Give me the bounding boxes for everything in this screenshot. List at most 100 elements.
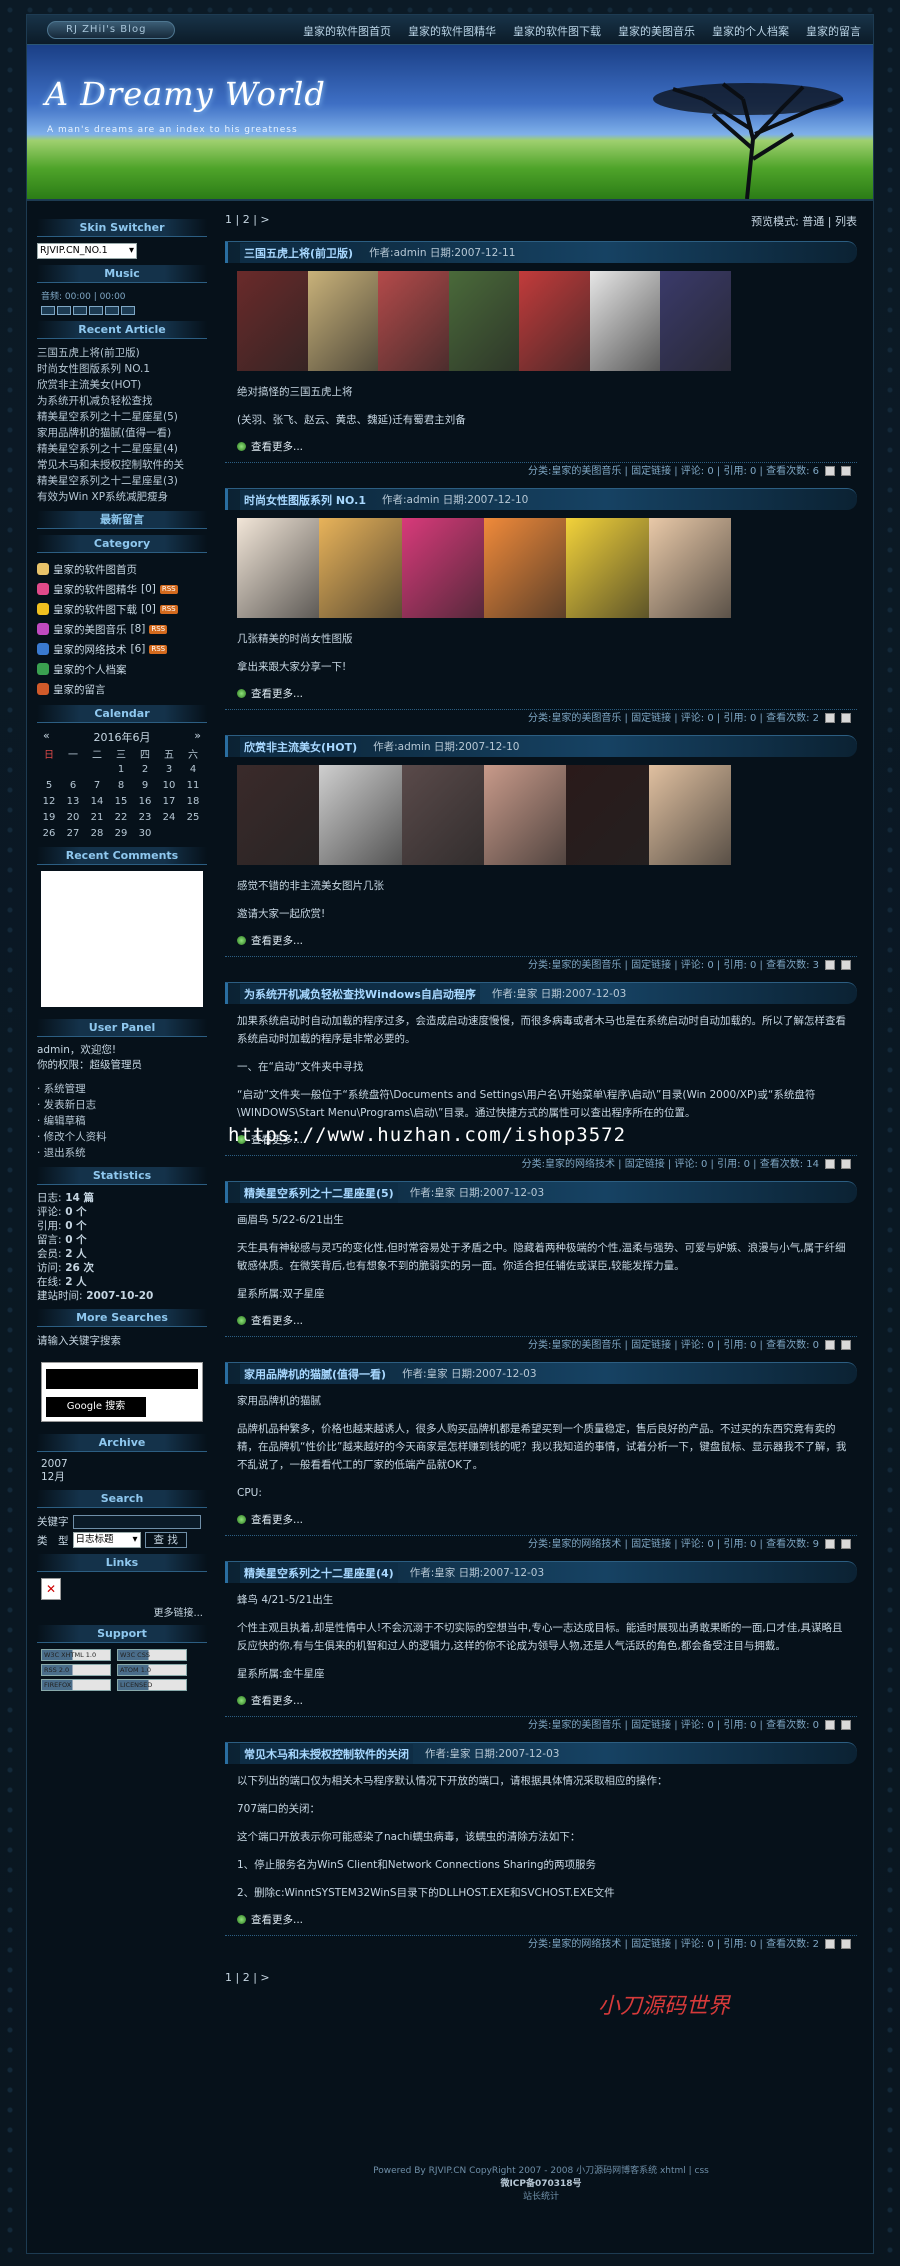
- delete-icon[interactable]: [841, 1539, 851, 1549]
- user-panel-link[interactable]: · 修改个人资料: [37, 1129, 207, 1145]
- broken-image-icon[interactable]: ✕: [41, 1578, 61, 1600]
- post-footer-info[interactable]: 分类:皇家的网络技术 | 固定链接 | 评论: 0 | 引用: 0 | 查看次数…: [528, 1939, 819, 1950]
- category-item[interactable]: 皇家的软件图下载 [0] RSS: [37, 599, 207, 619]
- post-footer-info[interactable]: 分类:皇家的美图音乐 | 固定链接 | 评论: 0 | 引用: 0 | 查看次数…: [528, 466, 819, 477]
- stop-button[interactable]: [73, 306, 87, 315]
- next-month-button[interactable]: »: [194, 729, 201, 745]
- skin-select[interactable]: RJVIP.CN_NO.1: [37, 243, 137, 259]
- delete-icon[interactable]: [841, 960, 851, 970]
- post-title[interactable]: 为系统开机减负轻松查找Windows自启动程序: [240, 983, 480, 1004]
- nav-link[interactable]: 皇家的软件图下载: [513, 23, 601, 39]
- calendar-day[interactable]: 4: [181, 761, 205, 777]
- recent-article-item[interactable]: 精美星空系列之十二星座星(3): [37, 473, 207, 489]
- calendar-day[interactable]: 21: [85, 809, 109, 825]
- support-badge[interactable]: ATOM 1.0: [117, 1664, 187, 1676]
- recent-article-item[interactable]: 为系统开机减负轻松查找: [37, 393, 207, 409]
- delete-icon[interactable]: [841, 713, 851, 723]
- calendar-day[interactable]: 30: [133, 825, 157, 841]
- rss-icon[interactable]: RSS: [159, 584, 178, 594]
- calendar-day[interactable]: 20: [61, 809, 85, 825]
- calendar-day[interactable]: 19: [37, 809, 61, 825]
- read-more-link[interactable]: 查看更多...: [237, 1912, 847, 1927]
- rss-icon[interactable]: RSS: [159, 604, 178, 614]
- delete-icon[interactable]: [841, 466, 851, 476]
- post-title[interactable]: 精美星空系列之十二星座星(4): [240, 1562, 398, 1583]
- category-item[interactable]: 皇家的软件图首页: [37, 559, 207, 579]
- nav-link[interactable]: 皇家的美图音乐: [618, 23, 695, 39]
- edit-icon[interactable]: [825, 1340, 835, 1350]
- post-title[interactable]: 家用品牌机的猫腻(值得一看): [240, 1363, 391, 1384]
- user-panel-link[interactable]: · 系统管理: [37, 1081, 207, 1097]
- read-more-link[interactable]: 查看更多...: [237, 686, 847, 701]
- post-title[interactable]: 时尚女性图版系列 NO.1: [240, 489, 370, 510]
- post-title[interactable]: 精美星空系列之十二星座星(5): [240, 1182, 398, 1203]
- post-footer-info[interactable]: 分类:皇家的美图音乐 | 固定链接 | 评论: 0 | 引用: 0 | 查看次数…: [528, 713, 819, 724]
- edit-icon[interactable]: [825, 1539, 835, 1549]
- user-panel-link[interactable]: · 退出系统: [37, 1145, 207, 1161]
- category-item[interactable]: 皇家的网络技术 [6] RSS: [37, 639, 207, 659]
- category-item[interactable]: 皇家的个人档案: [37, 659, 207, 679]
- pause-button[interactable]: [57, 306, 71, 315]
- calendar-day[interactable]: 13: [61, 793, 85, 809]
- recent-article-item[interactable]: 家用品牌机的猫腻(值得一看): [37, 425, 207, 441]
- category-item[interactable]: 皇家的软件图精华 [0] RSS: [37, 579, 207, 599]
- rss-icon[interactable]: RSS: [149, 644, 168, 654]
- edit-icon[interactable]: [825, 960, 835, 970]
- footer-icp[interactable]: 微ICP备070318号: [225, 2178, 857, 2191]
- post-image-strip[interactable]: [237, 271, 732, 371]
- calendar-day[interactable]: 18: [181, 793, 205, 809]
- calendar-day[interactable]: 24: [157, 809, 181, 825]
- nav-link[interactable]: 皇家的软件图首页: [303, 23, 391, 39]
- site-logo[interactable]: RJ ZHiI's Blog: [47, 21, 175, 39]
- rss-icon[interactable]: RSS: [149, 624, 168, 634]
- post-footer-info[interactable]: 分类:皇家的网络技术 | 固定链接 | 评论: 0 | 引用: 0 | 查看次数…: [528, 1539, 819, 1550]
- calendar-day[interactable]: 28: [85, 825, 109, 841]
- support-badge[interactable]: W3C CSS: [117, 1649, 187, 1661]
- calendar-day[interactable]: 23: [133, 809, 157, 825]
- bottom-pager[interactable]: 1 | 2 | >: [225, 1971, 857, 1984]
- nav-link[interactable]: 皇家的个人档案: [712, 23, 789, 39]
- post-footer-info[interactable]: 分类:皇家的美图音乐 | 固定链接 | 评论: 0 | 引用: 0 | 查看次数…: [528, 960, 819, 971]
- recent-article-item[interactable]: 常见木马和未授权控制软件的关: [37, 457, 207, 473]
- edit-icon[interactable]: [825, 713, 835, 723]
- post-title[interactable]: 欣赏非主流美女(HOT): [240, 736, 362, 757]
- calendar-day[interactable]: 25: [181, 809, 205, 825]
- support-badge[interactable]: W3C XHTML 1.0: [41, 1649, 111, 1661]
- keyword-input[interactable]: [72, 1514, 201, 1529]
- post-image-strip[interactable]: [237, 765, 731, 865]
- support-badge[interactable]: LICENSED: [117, 1679, 187, 1691]
- more-links[interactable]: 更多链接...: [37, 1604, 203, 1619]
- calendar-day[interactable]: 5: [37, 777, 61, 793]
- view-mode[interactable]: 预览模式: 普通 | 列表: [751, 213, 857, 233]
- archive-month[interactable]: 12月: [37, 1471, 207, 1484]
- footer-stats[interactable]: 站长统计: [225, 2191, 857, 2204]
- post-footer-info[interactable]: 分类:皇家的美图音乐 | 固定链接 | 评论: 0 | 引用: 0 | 查看次数…: [528, 1720, 819, 1731]
- support-badge[interactable]: RSS 2.0: [41, 1664, 111, 1676]
- edit-icon[interactable]: [825, 466, 835, 476]
- calendar-day[interactable]: 7: [85, 777, 109, 793]
- user-panel-link[interactable]: · 发表新日志: [37, 1097, 207, 1113]
- calendar-day[interactable]: 1: [109, 761, 133, 777]
- post-title[interactable]: 常见木马和未授权控制软件的关闭: [240, 1743, 413, 1764]
- support-badge[interactable]: FIREFOX: [41, 1679, 111, 1691]
- read-more-link[interactable]: 查看更多...: [237, 439, 847, 454]
- calendar-day[interactable]: 2: [133, 761, 157, 777]
- calendar-day[interactable]: 15: [109, 793, 133, 809]
- post-footer-info[interactable]: 分类:皇家的美图音乐 | 固定链接 | 评论: 0 | 引用: 0 | 查看次数…: [528, 1340, 819, 1351]
- calendar-day[interactable]: 9: [133, 777, 157, 793]
- prev-month-button[interactable]: «: [43, 729, 50, 745]
- edit-icon[interactable]: [825, 1939, 835, 1949]
- calendar-day[interactable]: 17: [157, 793, 181, 809]
- calendar-day[interactable]: 27: [61, 825, 85, 841]
- type-select[interactable]: 日志标题: [72, 1532, 141, 1548]
- category-item[interactable]: 皇家的美图音乐 [8] RSS: [37, 619, 207, 639]
- calendar-day[interactable]: 12: [37, 793, 61, 809]
- prev-button[interactable]: [89, 306, 103, 315]
- read-more-link[interactable]: 查看更多...: [237, 1512, 847, 1527]
- next-button[interactable]: [105, 306, 119, 315]
- edit-icon[interactable]: [825, 1720, 835, 1730]
- calendar-day[interactable]: 10: [157, 777, 181, 793]
- category-item[interactable]: 皇家的留言: [37, 679, 207, 699]
- list-button[interactable]: [121, 306, 135, 315]
- post-footer-info[interactable]: 分类:皇家的网络技术 | 固定链接 | 评论: 0 | 引用: 0 | 查看次数…: [522, 1159, 819, 1170]
